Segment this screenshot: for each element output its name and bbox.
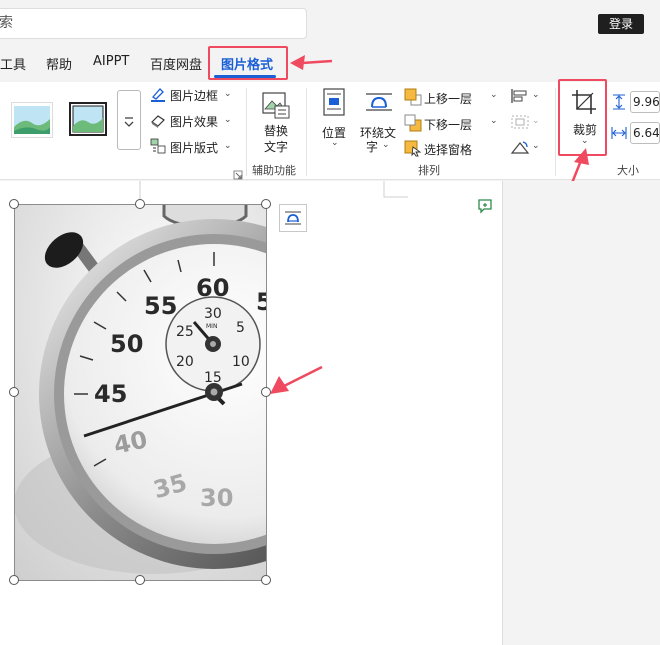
group-button[interactable]: ⌄ <box>510 114 540 134</box>
login-button[interactable]: 登录 <box>598 14 644 34</box>
width-input[interactable]: 6.64 <box>630 122 660 144</box>
wrap-text-button[interactable]: 环绕文 字 ⌄ <box>358 86 400 154</box>
bring-forward-icon <box>404 88 422 106</box>
tab-aippt[interactable]: AIPPT <box>93 54 129 69</box>
tab-highlight-box <box>208 46 288 80</box>
height-value: 9.96 <box>633 95 660 109</box>
arrange-group-label: 排列 <box>418 164 440 177</box>
crop-button[interactable]: 裁剪 ⌄ <box>558 79 607 156</box>
send-backward-icon <box>404 114 422 132</box>
chevron-down-icon: ⌄ <box>224 115 232 125</box>
page-margin-marks <box>139 181 408 199</box>
image-selection-frame <box>14 204 267 581</box>
chevron-down-icon: ⌄ <box>532 141 540 151</box>
alt-text-button[interactable]: 替换 文字 <box>256 88 296 154</box>
group-objects-icon <box>511 115 529 129</box>
picture-effects-label: 图片效果 <box>170 115 219 129</box>
resize-handle-left[interactable] <box>9 387 19 397</box>
position-icon <box>323 88 345 116</box>
title-bar: 索 登录 <box>0 0 660 44</box>
rotate-button[interactable]: ⌄ <box>510 139 540 159</box>
selection-pane-icon <box>404 140 422 157</box>
crop-icon <box>572 90 596 114</box>
chevron-down-icon: ⌄ <box>581 136 589 146</box>
width-icon <box>611 127 627 139</box>
resize-handle-top-left[interactable] <box>9 199 19 209</box>
selection-pane-label: 选择窗格 <box>424 143 473 157</box>
ribbon-separator <box>555 88 556 176</box>
tab-baidu-netdisk[interactable]: 百度网盘 <box>150 54 202 73</box>
send-backward-label: 下移一层 <box>424 118 473 132</box>
search-input[interactable]: 索 <box>0 8 307 39</box>
resize-handle-bottom-left[interactable] <box>9 575 19 585</box>
chevron-down-icon: ⌄ <box>532 90 540 100</box>
alt-text-label-2: 文字 <box>264 140 289 154</box>
dialog-launcher-icon[interactable] <box>233 165 243 180</box>
chevron-down-icon: ⌄ <box>490 90 498 100</box>
height-icon <box>613 94 625 110</box>
framed-landscape-icon <box>72 105 104 133</box>
align-icon <box>511 89 527 103</box>
rotate-icon <box>510 141 530 154</box>
bring-forward-label: 上移一层 <box>424 92 473 106</box>
alt-text-label-1: 替换 <box>264 124 289 138</box>
tab-annotation-arrow <box>290 55 333 70</box>
comment-icon[interactable] <box>476 197 494 215</box>
chevron-down-icon: ⌄ <box>224 141 232 151</box>
tab-tools[interactable]: 工具 <box>0 54 26 73</box>
size-group-label: 大小 <box>617 164 639 177</box>
alt-text-icon <box>262 92 290 119</box>
chevron-down-icon: ⌄ <box>382 140 390 150</box>
wrap-text-label-2: 字 <box>366 140 379 154</box>
tab-help[interactable]: 帮助 <box>46 54 72 73</box>
width-value: 6.64 <box>633 126 660 140</box>
chevron-down-icon: ⌄ <box>331 138 339 148</box>
resize-handle-top-right[interactable] <box>261 199 271 209</box>
layout-options-icon <box>285 211 301 225</box>
resize-handle-bottom[interactable] <box>135 575 145 585</box>
wrap-text-icon <box>366 93 392 111</box>
handle-annotation-arrow <box>270 365 323 394</box>
picture-layout-label: 图片版式 <box>170 141 219 155</box>
chevron-down-icon: ⌄ <box>532 116 540 126</box>
resize-handle-bottom-right[interactable] <box>261 575 271 585</box>
height-input[interactable]: 9.96 <box>630 91 660 113</box>
accessibility-group-label: 辅助功能 <box>252 164 296 177</box>
chevron-down-icon: ⌄ <box>224 89 232 99</box>
position-button[interactable]: 位置 ⌄ <box>318 86 352 152</box>
search-text: 索 <box>0 15 13 31</box>
landscape-icon <box>14 106 50 134</box>
align-button[interactable]: ⌄ <box>510 88 540 108</box>
side-pane <box>502 181 660 645</box>
styles-gallery-more-button[interactable] <box>117 90 141 150</box>
layout-icon <box>150 138 166 154</box>
resize-handle-top[interactable] <box>135 199 145 209</box>
effects-icon <box>151 115 165 128</box>
picture-border-label: 图片边框 <box>170 89 219 103</box>
picture-style-thumb-2[interactable] <box>69 102 107 136</box>
layout-options-button[interactable] <box>279 204 307 232</box>
chevron-down-icon: ⌄ <box>490 116 498 126</box>
more-dropdown-icon <box>124 117 134 127</box>
ribbon-separator <box>306 88 307 176</box>
pen-border-icon <box>151 88 165 102</box>
picture-style-thumb-1[interactable] <box>11 102 53 138</box>
ribbon-separator <box>246 88 247 176</box>
